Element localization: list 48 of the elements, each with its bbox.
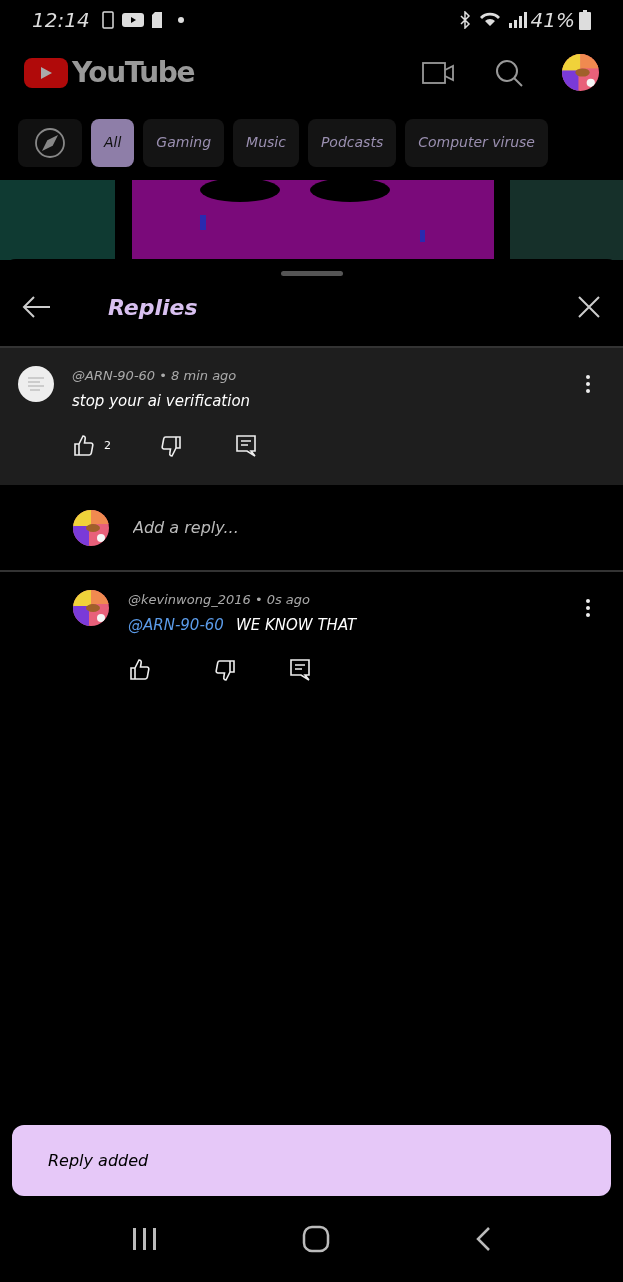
logo-icon — [24, 57, 68, 88]
search-icon[interactable] — [494, 57, 524, 88]
avatar-icon — [562, 54, 599, 91]
phone-icon — [101, 11, 114, 29]
comment-text: stop your ai verification — [72, 390, 252, 412]
like-icon[interactable] — [72, 434, 96, 458]
reply-input[interactable]: Add a reply... — [133, 515, 533, 540]
dislike-icon[interactable] — [159, 434, 183, 458]
like-icon[interactable] — [128, 658, 152, 682]
comment-meta: @ARN-90-60 • 8 min ago — [72, 367, 238, 385]
wifi-icon — [478, 12, 501, 28]
reply-meta: @kevinwong_2016 • 0s ago — [128, 591, 312, 609]
avatar-icon — [73, 590, 109, 626]
reply-text: WE KNOW THAT — [235, 614, 357, 636]
explore-chip[interactable] — [18, 118, 82, 167]
signal-icon — [508, 12, 527, 28]
more-icon[interactable] — [585, 374, 591, 394]
bluetooth-icon — [458, 11, 471, 29]
camera-icon[interactable] — [422, 61, 454, 84]
back-icon[interactable] — [474, 1226, 491, 1252]
status-time: 12:14 — [32, 7, 90, 34]
dot-icon — [177, 17, 184, 23]
battery-percent: 41% — [530, 7, 575, 34]
sd-card-icon — [151, 12, 162, 28]
sheet-title: Replies — [108, 293, 198, 322]
category-chip[interactable]: All — [91, 118, 135, 167]
comment-icon[interactable] — [289, 658, 311, 682]
recents-icon[interactable] — [132, 1227, 159, 1251]
category-chip[interactable]: Computer viruse — [405, 118, 548, 167]
close-icon[interactable] — [577, 295, 601, 319]
like-count: 2 — [104, 437, 111, 454]
logo-text: YouTube — [72, 54, 195, 91]
home-icon[interactable] — [302, 1225, 331, 1253]
category-chip[interactable]: Podcasts — [307, 118, 397, 167]
more-icon[interactable] — [585, 598, 591, 618]
drag-handle[interactable] — [280, 271, 343, 276]
category-chip[interactable]: Gaming — [143, 118, 225, 167]
video-app-icon — [121, 13, 144, 27]
dislike-icon[interactable] — [213, 658, 237, 682]
battery-icon — [579, 10, 591, 30]
back-icon[interactable] — [22, 295, 52, 319]
toast: Reply added — [12, 1125, 611, 1196]
category-chip[interactable]: Music — [233, 118, 299, 167]
mention-link[interactable]: @ARN-90-60 — [128, 613, 224, 636]
avatar-icon — [73, 509, 109, 546]
avatar-icon — [18, 366, 54, 402]
compass-icon — [34, 126, 66, 159]
comment-icon[interactable] — [235, 434, 257, 458]
